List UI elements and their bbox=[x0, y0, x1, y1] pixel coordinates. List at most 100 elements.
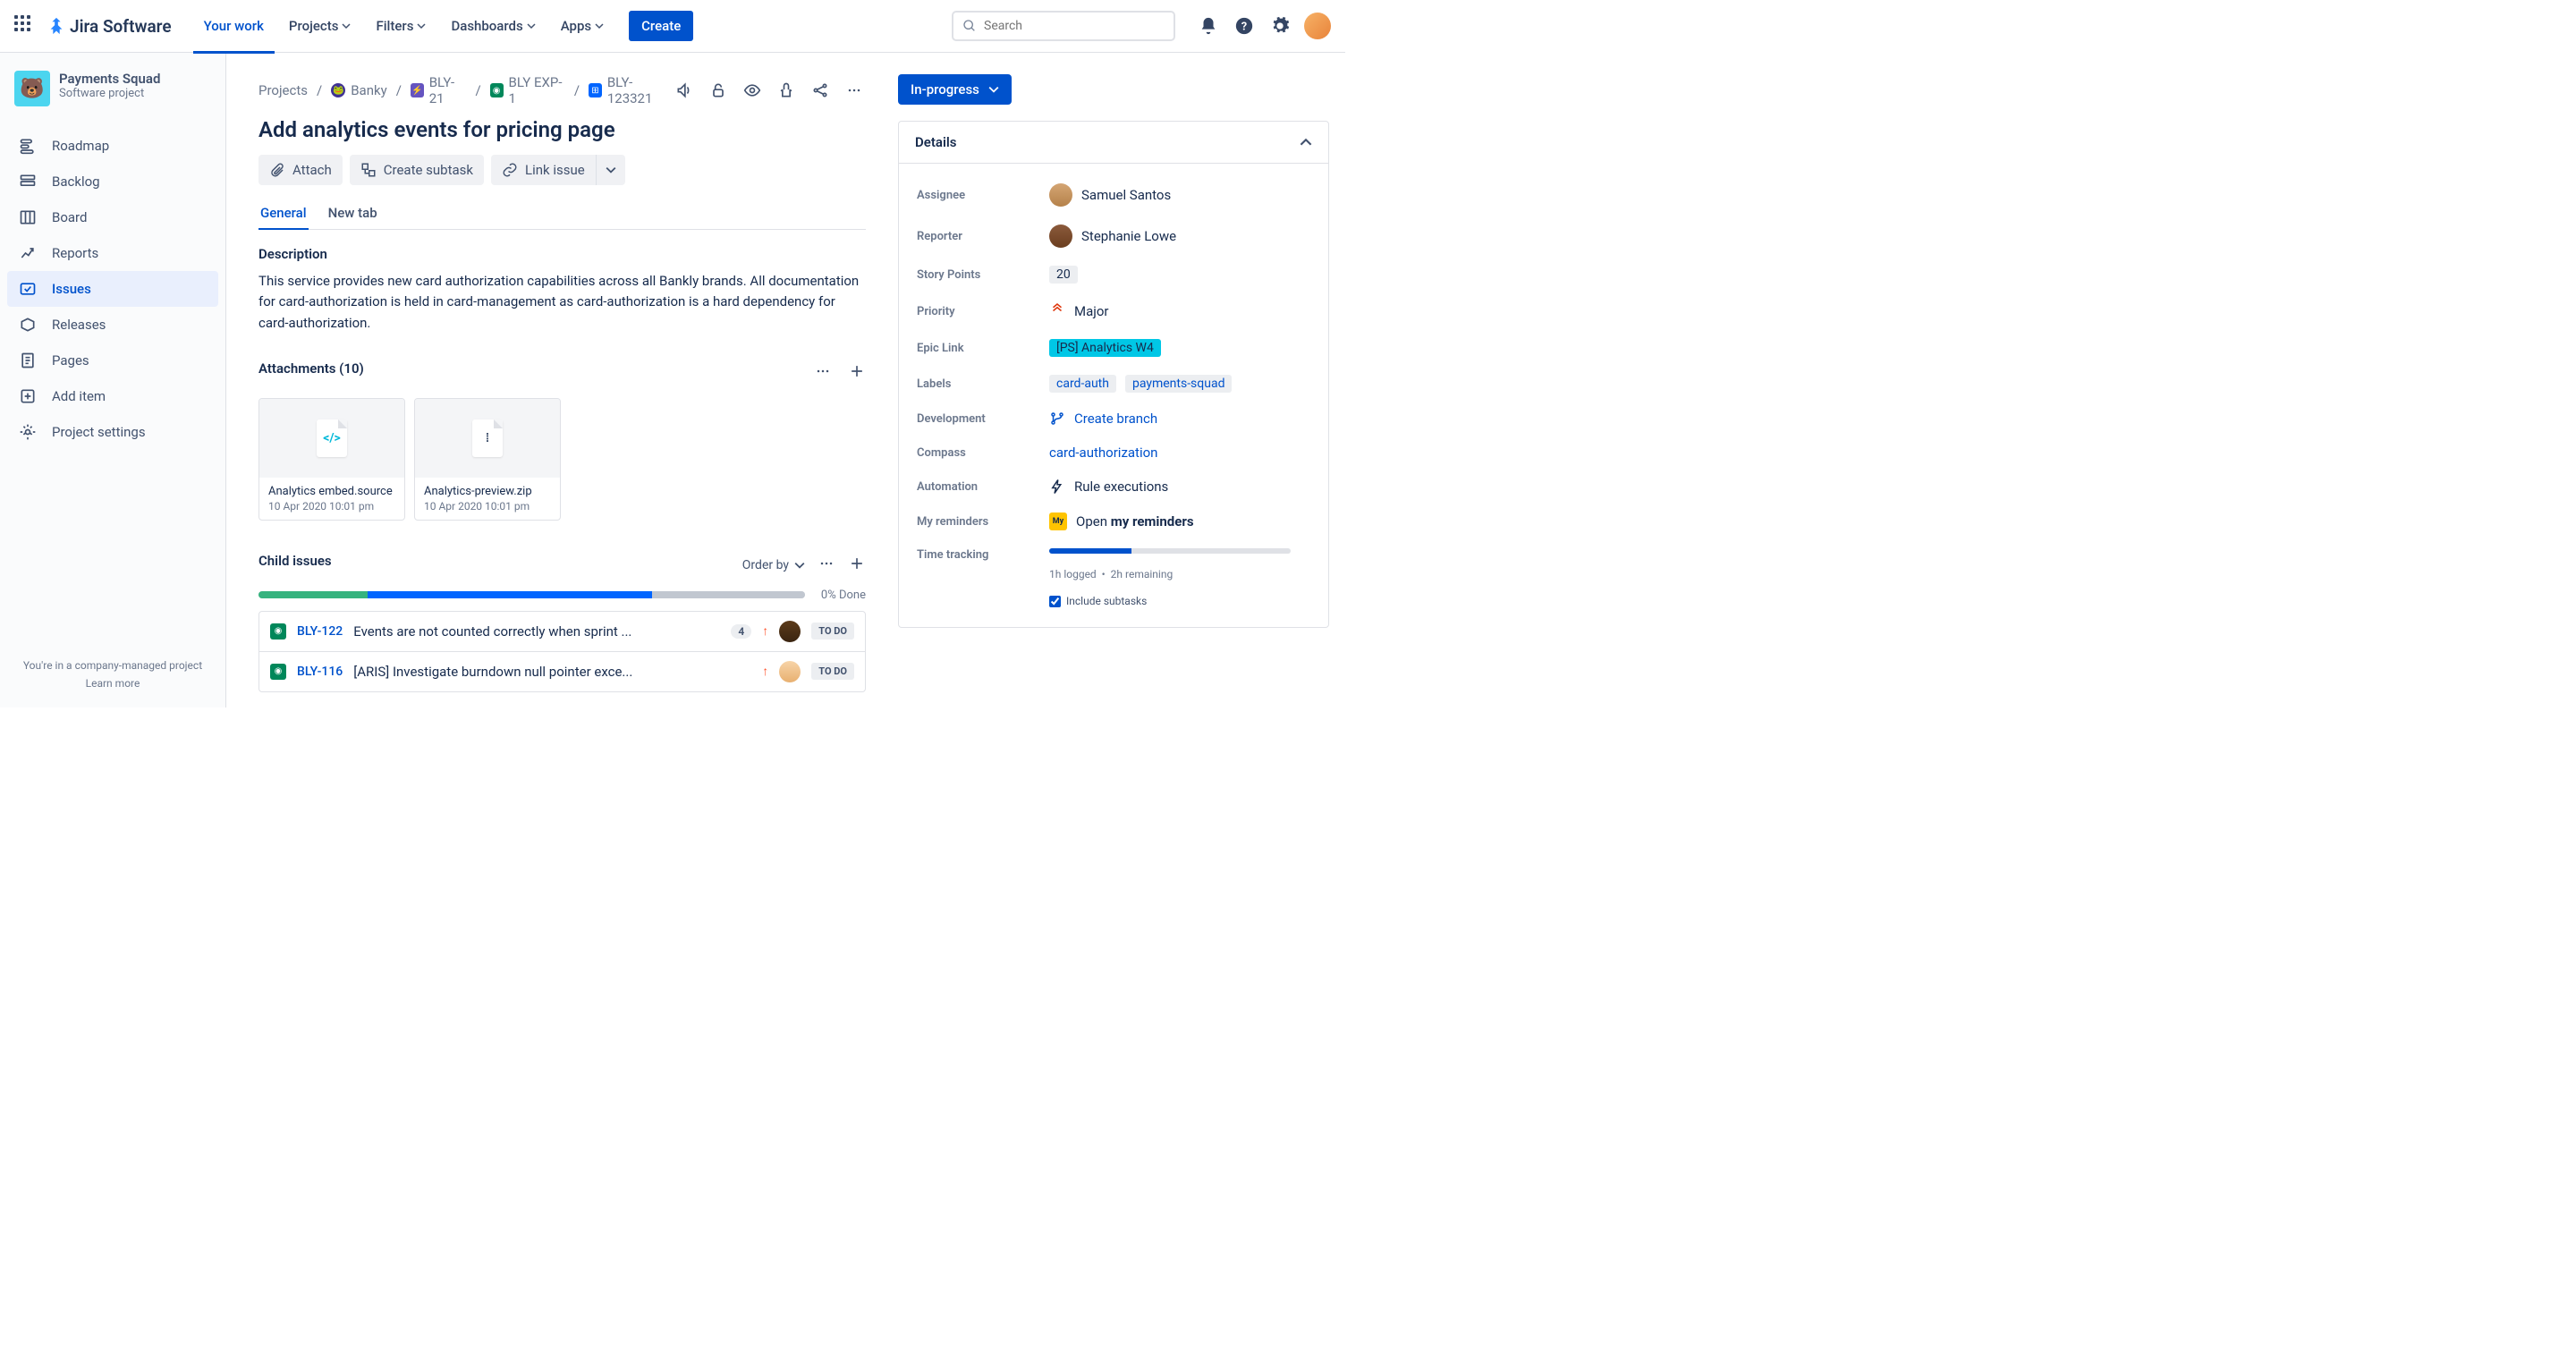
reporter-value[interactable]: Stephanie Lowe bbox=[1049, 224, 1310, 248]
nav-apps[interactable]: Apps bbox=[550, 11, 614, 41]
attachments-add-icon[interactable] bbox=[848, 362, 866, 384]
assignee-label: Assignee bbox=[917, 189, 1049, 202]
jira-logo[interactable]: Jira Software bbox=[47, 16, 172, 37]
zip-file-icon: ⁞ bbox=[472, 419, 503, 457]
tab-general[interactable]: General bbox=[258, 198, 309, 230]
epic-link-value[interactable]: [PS] Analytics W4 bbox=[1049, 339, 1310, 357]
nav-dashboards[interactable]: Dashboards bbox=[440, 11, 546, 41]
child-issue-key[interactable]: BLY-116 bbox=[297, 665, 343, 679]
search-box[interactable] bbox=[952, 11, 1175, 41]
create-subtask-button[interactable]: Create subtask bbox=[350, 155, 484, 185]
sidebar-board[interactable]: Board bbox=[7, 199, 218, 235]
learn-more-link[interactable]: Learn more bbox=[18, 677, 208, 690]
vote-icon[interactable] bbox=[775, 79, 798, 102]
search-icon bbox=[962, 19, 977, 33]
reminders-value[interactable]: MyOpen my reminders bbox=[1049, 513, 1310, 530]
attachments-more-icon[interactable] bbox=[814, 362, 832, 384]
child-issue-status[interactable]: TO DO bbox=[811, 623, 854, 640]
help-icon[interactable]: ? bbox=[1233, 14, 1256, 38]
child-progress-label: 0% Done bbox=[821, 589, 866, 602]
sidebar-settings[interactable]: Project settings bbox=[7, 414, 218, 450]
attachment-card[interactable]: </> Analytics embed.source 10 Apr 2020 1… bbox=[258, 398, 405, 521]
jira-icon bbox=[47, 16, 66, 36]
assignee-avatar[interactable] bbox=[779, 661, 801, 682]
sidebar-roadmap[interactable]: Roadmap bbox=[7, 128, 218, 164]
create-button[interactable]: Create bbox=[629, 11, 693, 41]
attachment-date: 10 Apr 2020 10:01 pm bbox=[268, 500, 395, 513]
sidebar-backlog[interactable]: Backlog bbox=[7, 164, 218, 199]
project-header[interactable]: 🐻 Payments Squad Software project bbox=[0, 71, 225, 123]
automation-value[interactable]: Rule executions bbox=[1049, 479, 1310, 495]
feedback-icon[interactable] bbox=[673, 79, 696, 102]
epic-icon: ⚡ bbox=[411, 83, 424, 97]
breadcrumb-project[interactable]: 🐸Banky bbox=[331, 82, 387, 98]
lock-icon[interactable] bbox=[707, 79, 730, 102]
child-issues-list: ◉ BLY-122 Events are not counted correct… bbox=[258, 611, 866, 692]
assignee-avatar[interactable] bbox=[779, 621, 801, 642]
breadcrumb-exp[interactable]: ◉BLY EXP-1 bbox=[490, 74, 565, 106]
roadmap-icon bbox=[18, 136, 38, 156]
chevron-up-icon bbox=[1300, 136, 1312, 148]
child-issue-row[interactable]: ◉ BLY-122 Events are not counted correct… bbox=[259, 612, 865, 652]
sidebar-issues[interactable]: Issues bbox=[7, 271, 218, 307]
development-value[interactable]: Create branch bbox=[1049, 411, 1310, 427]
add-icon bbox=[18, 386, 38, 406]
pages-icon bbox=[18, 351, 38, 370]
priority-value[interactable]: Major bbox=[1049, 301, 1310, 321]
labels-value[interactable]: card-authpayments-squad bbox=[1049, 375, 1310, 393]
sidebar-reports[interactable]: Reports bbox=[7, 235, 218, 271]
share-icon[interactable] bbox=[809, 79, 832, 102]
epic-link-label: Epic Link bbox=[917, 342, 1049, 355]
nav-icons: ? bbox=[1197, 13, 1331, 39]
issue-title[interactable]: Add analytics events for pricing page bbox=[258, 117, 866, 142]
child-issue-row[interactable]: ◉ BLY-116 [ARIS] Investigate burndown nu… bbox=[259, 652, 865, 691]
tab-new[interactable]: New tab bbox=[326, 198, 379, 230]
breadcrumb-issue[interactable]: ⊞BLY-123321 bbox=[589, 74, 673, 106]
issue-tabs: General New tab bbox=[258, 198, 866, 230]
svg-text:?: ? bbox=[1241, 21, 1247, 34]
attachment-card[interactable]: ⁞ Analytics-preview.zip 10 Apr 2020 10:0… bbox=[414, 398, 561, 521]
child-issue-estimate: 4 bbox=[731, 624, 751, 639]
order-by-dropdown[interactable]: Order by bbox=[742, 558, 805, 572]
chevron-down-icon bbox=[417, 21, 426, 30]
logo-text: Jira Software bbox=[70, 16, 172, 37]
child-add-icon[interactable] bbox=[848, 555, 866, 576]
include-subtasks-checkbox[interactable]: Include subtasks bbox=[1049, 595, 1147, 607]
sidebar-pages[interactable]: Pages bbox=[7, 343, 218, 378]
labels-label: Labels bbox=[917, 377, 1049, 391]
releases-icon bbox=[18, 315, 38, 335]
settings-icon[interactable] bbox=[1268, 14, 1292, 38]
sidebar-releases[interactable]: Releases bbox=[7, 307, 218, 343]
compass-value[interactable]: card-authorization bbox=[1049, 445, 1310, 461]
priority-medium-icon: ↑ bbox=[762, 623, 768, 639]
link-issue-button[interactable]: Link issue bbox=[491, 155, 596, 185]
breadcrumb-epic[interactable]: ⚡BLY-21 bbox=[411, 74, 467, 106]
child-more-icon[interactable] bbox=[818, 555, 835, 576]
attach-button[interactable]: Attach bbox=[258, 155, 343, 185]
app-switcher-icon[interactable] bbox=[14, 15, 36, 37]
breadcrumb-projects[interactable]: Projects bbox=[258, 82, 308, 98]
sidebar-add-item[interactable]: Add item bbox=[7, 378, 218, 414]
nav-filters[interactable]: Filters bbox=[365, 11, 436, 41]
reports-icon bbox=[18, 243, 38, 263]
status-dropdown[interactable]: In-progress bbox=[898, 74, 1012, 105]
child-issue-key[interactable]: BLY-122 bbox=[297, 624, 343, 639]
nav-your-work[interactable]: Your work bbox=[193, 11, 275, 41]
link-issue-dropdown[interactable] bbox=[596, 155, 625, 185]
time-tracking-value[interactable]: 1h logged • 2h remaining Include subtask… bbox=[1049, 548, 1310, 607]
more-icon[interactable] bbox=[843, 79, 866, 102]
breadcrumbs: Projects / 🐸Banky / ⚡BLY-21 / ◉BLY EXP-1… bbox=[258, 74, 673, 106]
user-avatar[interactable] bbox=[1304, 13, 1331, 39]
watch-icon[interactable] bbox=[741, 79, 764, 102]
description-text[interactable]: This service provides new card authoriza… bbox=[258, 271, 866, 334]
nav-projects[interactable]: Projects bbox=[278, 11, 362, 41]
search-input[interactable] bbox=[984, 19, 1165, 33]
child-issue-status[interactable]: TO DO bbox=[811, 663, 854, 680]
notifications-icon[interactable] bbox=[1197, 14, 1220, 38]
child-progress-bar bbox=[258, 591, 805, 598]
details-header[interactable]: Details bbox=[899, 122, 1328, 164]
assignee-value[interactable]: Samuel Santos bbox=[1049, 183, 1310, 207]
time-tracking-bar bbox=[1049, 548, 1291, 554]
story-points-value[interactable]: 20 bbox=[1049, 266, 1310, 284]
subtask-icon: ⊞ bbox=[589, 83, 602, 97]
